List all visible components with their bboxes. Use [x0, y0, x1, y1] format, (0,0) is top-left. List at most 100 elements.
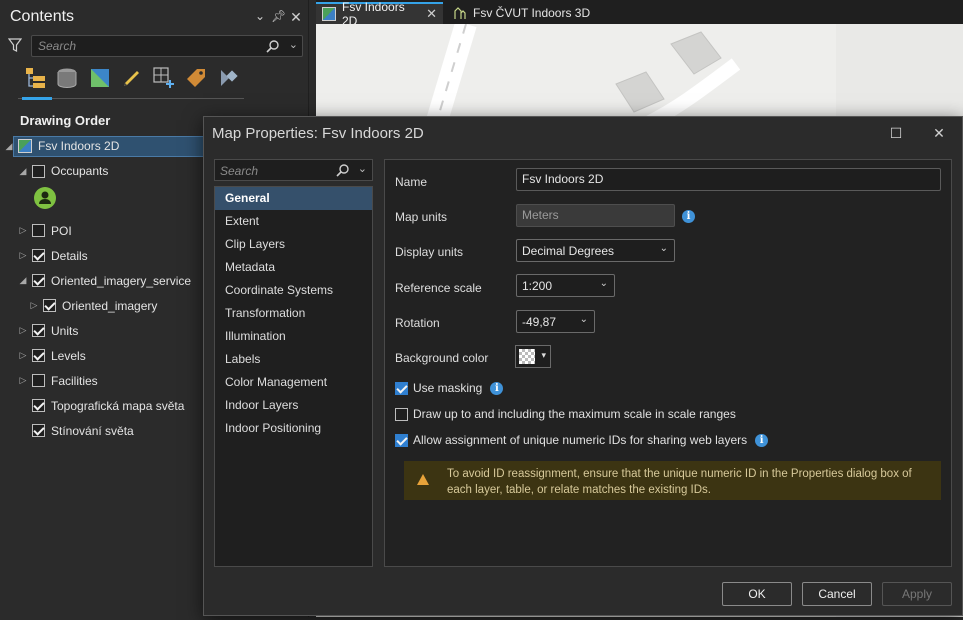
- list-by-snapping-icon[interactable]: [152, 66, 176, 90]
- nav-item-color-management[interactable]: Color Management: [215, 371, 372, 394]
- layer-checkbox[interactable]: [32, 424, 45, 437]
- nav-item-indoor-layers[interactable]: Indoor Layers: [215, 394, 372, 417]
- pane-options-icon[interactable]: ⌄: [253, 9, 267, 25]
- search-icon[interactable]: [336, 163, 350, 177]
- reference-scale-select[interactable]: 1:200 ⌄: [516, 274, 615, 297]
- layer-checkbox[interactable]: [32, 249, 45, 262]
- layer-label: Fsv Indoors 2D: [38, 139, 120, 153]
- rotation-select[interactable]: -49,87 ⌄: [516, 310, 595, 333]
- layer-row-oriented-imagery[interactable]: ▷ Oriented_imagery: [4, 293, 224, 318]
- close-icon[interactable]: ✕: [930, 125, 948, 143]
- draw-max-scale-checkbox[interactable]: [395, 407, 408, 421]
- search-icon[interactable]: [266, 39, 280, 53]
- ok-button[interactable]: OK: [722, 582, 792, 606]
- expand-arrow-icon[interactable]: ▷: [18, 250, 28, 261]
- list-by-editing-icon[interactable]: [120, 66, 144, 90]
- rotation-value: -49,87: [522, 315, 557, 329]
- nav-item-transformation[interactable]: Transformation: [215, 302, 372, 325]
- list-by-perspective-imagery-icon[interactable]: [216, 66, 240, 90]
- info-icon[interactable]: i: [755, 433, 769, 447]
- chevron-down-icon: ⌄: [599, 278, 608, 289]
- layer-tree-continued: ▷ POI ▷ Details ◢ Oriented_imagery_servi…: [4, 218, 224, 443]
- map-units-field: Meters: [516, 204, 675, 227]
- layer-row-units[interactable]: ▷ Units: [4, 318, 224, 343]
- nav-item-metadata[interactable]: Metadata: [215, 256, 372, 279]
- list-by-drawing-order-icon[interactable]: [24, 66, 48, 90]
- nav-item-clip-layers[interactable]: Clip Layers: [215, 233, 372, 256]
- layer-tree: ◢ Fsv Indoors 2D ◢ Occupants: [4, 136, 224, 181]
- use-masking-label: Use masking: [413, 381, 483, 395]
- layer-row-map[interactable]: ◢ Fsv Indoors 2D: [4, 136, 224, 156]
- dialog-search-input[interactable]: Search ⌄: [214, 159, 373, 181]
- dialog-title: Map Properties: Fsv Indoors 2D: [212, 125, 424, 142]
- nav-item-coordinate-systems[interactable]: Coordinate Systems: [215, 279, 372, 302]
- tab-fsv-cvut-indoors-3d[interactable]: Fsv ČVUT Indoors 3D: [447, 2, 607, 24]
- name-input[interactable]: Fsv Indoors 2D: [516, 168, 941, 191]
- nav-item-indoor-positioning[interactable]: Indoor Positioning: [215, 417, 372, 440]
- expand-arrow-icon[interactable]: ▷: [18, 325, 28, 336]
- cancel-button[interactable]: Cancel: [802, 582, 872, 606]
- nav-item-labels[interactable]: Labels: [215, 348, 372, 371]
- chevron-down-icon[interactable]: ⌄: [358, 162, 367, 175]
- layer-row-occupants[interactable]: ◢ Occupants: [4, 161, 224, 181]
- chevron-down-icon: ⌄: [579, 314, 588, 325]
- layer-checkbox[interactable]: [32, 399, 45, 412]
- display-units-select[interactable]: Decimal Degrees ⌄: [516, 239, 675, 262]
- layer-checkbox[interactable]: [32, 164, 45, 178]
- list-by-labeling-icon[interactable]: [184, 66, 208, 90]
- chevron-down-icon: ▾: [541, 350, 546, 360]
- collapse-arrow-icon[interactable]: ◢: [4, 141, 14, 152]
- expand-arrow-icon[interactable]: ▷: [18, 225, 28, 236]
- nav-item-illumination[interactable]: Illumination: [215, 325, 372, 348]
- collapse-arrow-icon[interactable]: ◢: [18, 166, 28, 177]
- layer-label: Topografická mapa světa: [51, 398, 185, 413]
- unique-ids-row[interactable]: Allow assignment of unique numeric IDs f…: [395, 433, 769, 447]
- close-pane-icon[interactable]: ✕: [289, 9, 303, 25]
- scene-icon: [454, 7, 466, 19]
- layer-row-poi[interactable]: ▷ POI: [4, 218, 224, 243]
- use-masking-checkbox[interactable]: [395, 381, 408, 395]
- tab-fsv-indoors-2d[interactable]: Fsv Indoors 2D ✕: [316, 0, 443, 28]
- layer-row-facilities[interactable]: ▷ Facilities: [4, 368, 224, 393]
- name-label: Name: [395, 175, 428, 189]
- layer-label: POI: [51, 223, 72, 238]
- use-masking-row[interactable]: Use masking i: [395, 381, 504, 395]
- layer-checkbox[interactable]: [32, 324, 45, 337]
- expand-arrow-icon[interactable]: ▷: [18, 350, 28, 361]
- background-color-picker[interactable]: ▾: [515, 345, 551, 368]
- nav-item-extent[interactable]: Extent: [215, 210, 372, 233]
- nav-item-general[interactable]: General: [215, 187, 372, 210]
- close-tab-icon[interactable]: ✕: [426, 6, 437, 22]
- layer-row-hillshade[interactable]: Stínování světa: [4, 418, 224, 443]
- info-icon[interactable]: i: [682, 210, 695, 223]
- search-placeholder: Search: [220, 164, 259, 178]
- search-placeholder: Search: [38, 39, 77, 53]
- apply-button[interactable]: Apply: [882, 582, 952, 606]
- info-icon[interactable]: i: [490, 381, 504, 395]
- layer-row-oriented-imagery-service[interactable]: ◢ Oriented_imagery_service: [4, 268, 224, 293]
- expand-arrow-icon[interactable]: ▷: [29, 300, 39, 311]
- list-by-data-source-icon[interactable]: [55, 66, 79, 90]
- expand-arrow-icon[interactable]: ▷: [18, 375, 28, 386]
- unique-ids-checkbox[interactable]: [395, 433, 408, 447]
- layer-row-details[interactable]: ▷ Details: [4, 243, 224, 268]
- layer-row-levels[interactable]: ▷ Levels: [4, 343, 224, 368]
- draw-max-scale-row[interactable]: Draw up to and including the maximum sca…: [395, 407, 736, 421]
- contents-search-input[interactable]: Search ⌄: [31, 35, 303, 57]
- layer-checkbox[interactable]: [32, 349, 45, 362]
- warning-icon: [417, 474, 429, 485]
- layer-checkbox[interactable]: [43, 299, 56, 312]
- warning-text: To avoid ID reassignment, ensure that th…: [447, 468, 912, 496]
- layer-label: Units: [51, 323, 79, 338]
- filter-icon[interactable]: [8, 37, 22, 53]
- maximize-icon[interactable]: ☐: [887, 125, 905, 143]
- chevron-down-icon[interactable]: ⌄: [289, 38, 298, 51]
- list-by-selection-icon[interactable]: [88, 66, 112, 90]
- properties-nav-list: General Extent Clip Layers Metadata Coor…: [214, 186, 373, 567]
- layer-checkbox[interactable]: [32, 274, 45, 287]
- collapse-arrow-icon[interactable]: ◢: [18, 275, 28, 286]
- layer-checkbox[interactable]: [32, 224, 45, 237]
- layer-row-topographic-basemap[interactable]: Topografická mapa světa: [4, 393, 224, 418]
- pin-icon[interactable]: 📌︎: [271, 9, 286, 25]
- layer-checkbox[interactable]: [32, 374, 45, 387]
